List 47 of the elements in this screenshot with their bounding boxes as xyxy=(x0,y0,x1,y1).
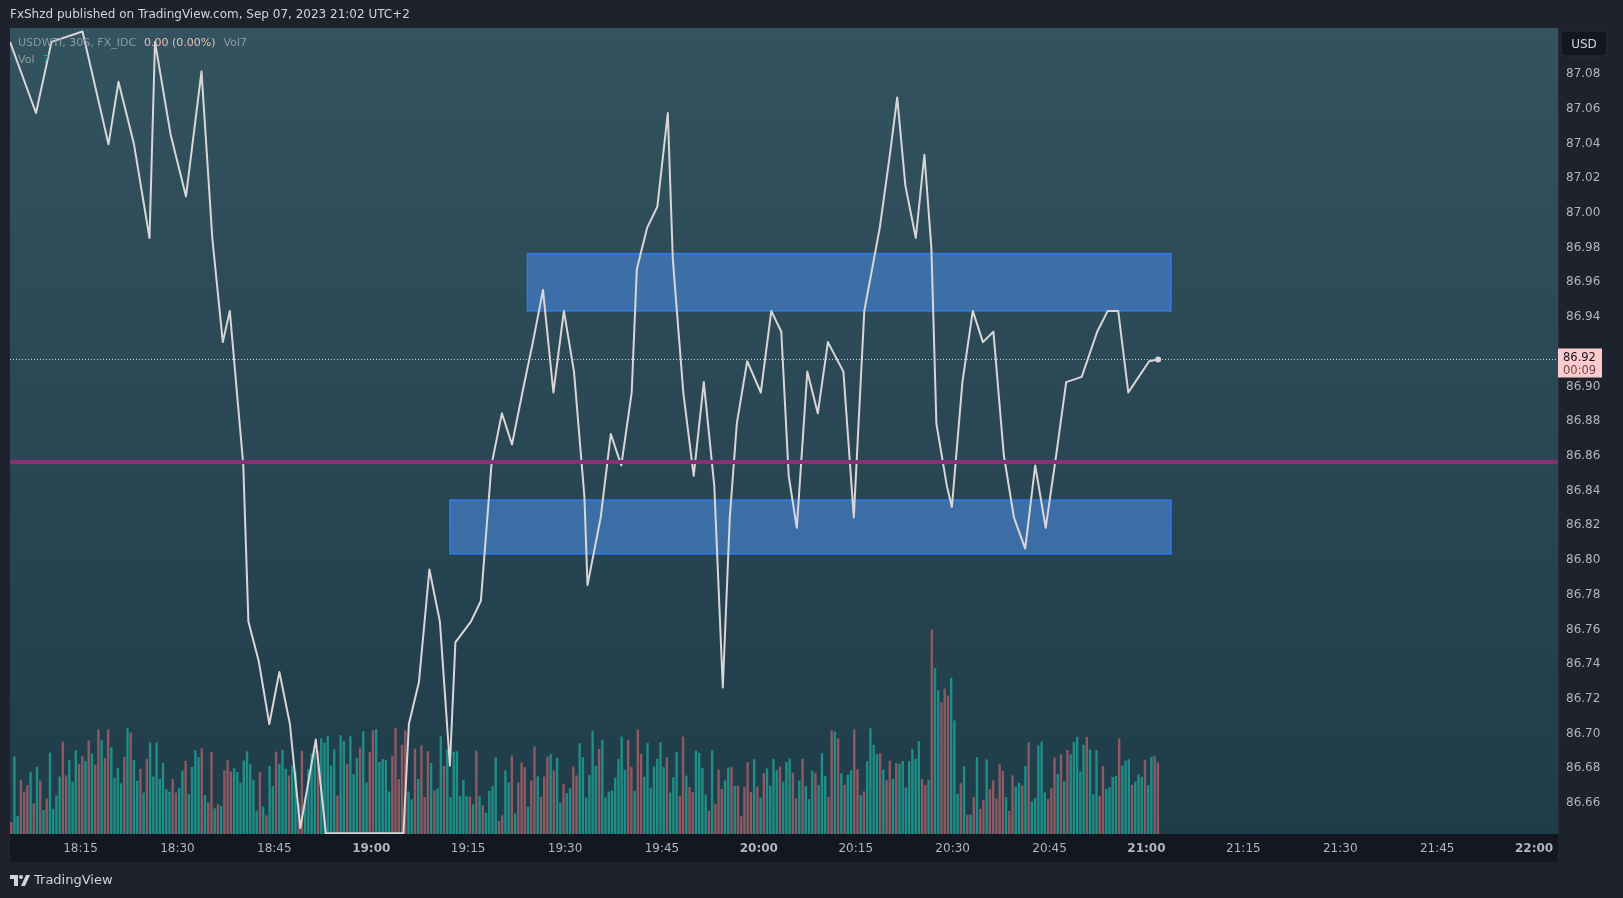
time-tick-label: 21:45 xyxy=(1419,841,1455,855)
price-tick-label: 86.96 xyxy=(1566,274,1601,289)
volume-name: Vol xyxy=(18,52,35,68)
publish-info: FxShzd published on TradingView.com, Sep 07, 2023 21:02 UTC+2 xyxy=(10,6,410,23)
time-tick-label: 19:00 xyxy=(352,841,391,855)
time-tick-label: 19:30 xyxy=(547,841,583,855)
logo-icon xyxy=(10,874,30,886)
price-tick-label: 87.06 xyxy=(1566,100,1601,115)
price-tick-label: 86.86 xyxy=(1566,447,1601,462)
price-tick-label: 87.02 xyxy=(1566,170,1601,185)
time-tick-label: 21:15 xyxy=(1226,841,1261,855)
price-tick-label: 86.80 xyxy=(1566,552,1601,567)
time-tick-label: 20:00 xyxy=(739,841,778,855)
price-tick-label: 86.66 xyxy=(1566,795,1601,810)
price-tick-label: 86.70 xyxy=(1566,725,1601,740)
price-tick-label: 87.00 xyxy=(1566,204,1601,219)
price-tick-label: 86.88 xyxy=(1566,413,1601,428)
price-tick-label: 86.72 xyxy=(1566,690,1601,705)
time-tick-label: 20:45 xyxy=(1032,841,1067,855)
time-tick-label: 21:30 xyxy=(1323,841,1358,855)
price-tick-label: 86.76 xyxy=(1566,621,1601,636)
time-tick-label: 21:00 xyxy=(1127,841,1166,855)
ref-line-label: 86.92 xyxy=(1563,350,1596,365)
time-tick-label: 20:30 xyxy=(935,841,970,855)
price-tick-label: 87.04 xyxy=(1566,135,1601,150)
price-change: 0.00 (0.00%) xyxy=(144,35,216,51)
price-tick-label: 86.90 xyxy=(1566,378,1601,393)
time-tick-label: 18:30 xyxy=(160,841,195,855)
last-point-marker xyxy=(1155,356,1162,363)
time-tick-label: 19:15 xyxy=(450,841,486,855)
time-tick-label: 19:45 xyxy=(644,841,680,855)
price-tick-label: 86.78 xyxy=(1566,586,1601,601)
price-tick-label: 86.98 xyxy=(1566,239,1601,254)
price-tick-label: 86.84 xyxy=(1566,482,1601,497)
time-tick-label: 20:15 xyxy=(838,841,874,855)
price-tick-label: 86.74 xyxy=(1566,656,1601,671)
price-tick-label: 86.82 xyxy=(1566,517,1601,532)
last-price-label: 86.92 00:09 xyxy=(1558,348,1602,378)
time-tick-label: 22:00 xyxy=(1515,841,1554,855)
time-tick-label: 18:15 xyxy=(63,841,98,855)
price-tick-label: 86.94 xyxy=(1566,309,1601,324)
currency-button[interactable]: USD xyxy=(1560,30,1608,57)
price-tick-label: 87.08 xyxy=(1566,66,1601,81)
brand-name: TradingView xyxy=(34,871,113,890)
volume-label: Vol7 xyxy=(223,35,248,51)
time-tick-label: 18:45 xyxy=(257,841,292,855)
price-tick-label: 86.68 xyxy=(1566,760,1601,775)
